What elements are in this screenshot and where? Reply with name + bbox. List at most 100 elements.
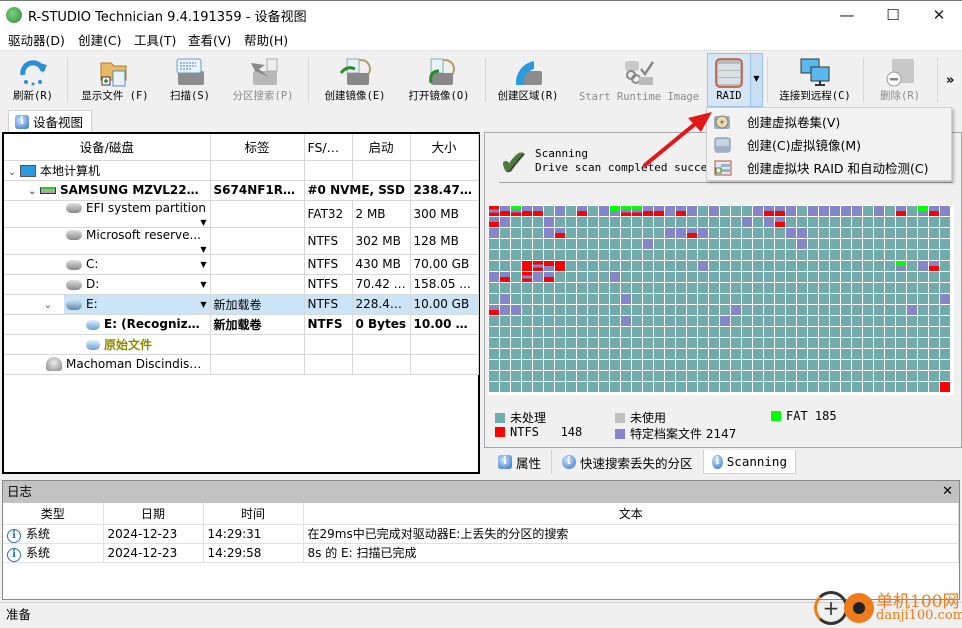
menu-help[interactable]: 帮助(H) bbox=[244, 30, 288, 49]
scan-map-cell bbox=[786, 316, 796, 326]
menu-item-create-virtual-block-raid[interactable]: 创建虚拟块 RAID 和自动检测(C) bbox=[707, 156, 951, 179]
dropdown-arrow-icon[interactable]: ▼ bbox=[200, 300, 206, 309]
partition-search-button[interactable]: 分区搜索(P) bbox=[224, 53, 302, 107]
scan-map-cell bbox=[709, 239, 719, 249]
create-region-button[interactable]: 创建区域(R) bbox=[490, 53, 566, 107]
log-column-text[interactable]: 文本 bbox=[303, 503, 959, 525]
expand-chevron-icon[interactable]: ⌄ bbox=[8, 167, 20, 178]
show-files-button[interactable]: 显示文件 (F) bbox=[72, 53, 158, 107]
dropdown-arrow-icon[interactable]: ▼ bbox=[200, 245, 206, 254]
open-image-button[interactable]: 打开镜像(O) bbox=[400, 53, 478, 107]
log-row[interactable]: i 系统 2024-12-23 14:29:31 在29ms中已完成对驱动器E:上丢失… bbox=[3, 524, 959, 544]
table-row[interactable]: D: ▼ NTFS 70.42 GB 158.05 ... bbox=[4, 274, 479, 295]
delete-button[interactable]: 删除(R) bbox=[868, 53, 932, 107]
table-row[interactable]: E: (Recognize... 新加载卷 NTFS 0 Bytes 10.00 GB bbox=[4, 314, 479, 335]
scan-map-cell bbox=[830, 360, 840, 370]
tab-quick-partition-search[interactable]: i 快速搜索丢失的分区 bbox=[554, 450, 702, 474]
table-row[interactable]: 原始文件 bbox=[4, 334, 479, 355]
scan-map-cell bbox=[819, 239, 829, 249]
scan-map-cell bbox=[720, 316, 730, 326]
menu-create[interactable]: 创建(C) bbox=[78, 30, 121, 49]
scan-button[interactable]: 扫描(S) bbox=[162, 53, 218, 107]
scan-map-cell bbox=[577, 217, 587, 227]
column-header-start[interactable]: 启动 bbox=[352, 134, 411, 161]
raid-icon bbox=[715, 58, 743, 88]
scan-map-cell bbox=[775, 360, 785, 370]
table-row[interactable]: C: ▼ NTFS 430 MB 70.00 GB bbox=[4, 254, 479, 275]
menu-item-create-virtual-volume-set[interactable]: 创建虚拟卷集(V) bbox=[707, 110, 951, 133]
scan-map-cell bbox=[797, 338, 807, 348]
scan-map-cell bbox=[610, 283, 620, 293]
watermark-en: danji100.com bbox=[876, 608, 962, 623]
scan-map-cell bbox=[808, 360, 818, 370]
scan-map-cell bbox=[709, 217, 719, 227]
table-row[interactable]: ⌄ SAMSUNG MZVL225... S674NF1R83... #0 NVME… bbox=[4, 180, 479, 201]
refresh-button[interactable]: 刷新(R) bbox=[4, 53, 62, 107]
menu-tools[interactable]: 工具(T) bbox=[134, 30, 176, 49]
log-column-date[interactable]: 日期 bbox=[103, 503, 204, 525]
maximize-button[interactable]: ☐ bbox=[870, 1, 916, 29]
tab-scanning[interactable]: i Scanning bbox=[703, 450, 796, 474]
scan-map-cell bbox=[896, 217, 906, 227]
scan-map-cell bbox=[885, 250, 895, 260]
menu-drive[interactable]: 驱动器(D) bbox=[8, 30, 65, 49]
scan-map-cell bbox=[511, 327, 521, 337]
scan-map-cell bbox=[533, 371, 543, 381]
scan-map-cell bbox=[698, 338, 708, 348]
connect-remote-button[interactable]: 连接到远程(C) bbox=[772, 53, 858, 107]
scan-map-cell bbox=[841, 261, 851, 271]
column-header-size[interactable]: 大小 bbox=[410, 134, 479, 161]
table-row[interactable]: Microsoft reserve... ▼ NTFS 302 MB 128 MB bbox=[4, 227, 479, 255]
scan-map-cell bbox=[610, 382, 620, 392]
scan-map-cell bbox=[940, 239, 950, 249]
table-row-selected[interactable]: ⌄ E: ▼ 新加载卷 NTFS 228.48 ... 10.00 GB bbox=[4, 294, 479, 315]
scan-map-cell bbox=[698, 239, 708, 249]
create-image-button[interactable]: 创建镜像(E) bbox=[314, 53, 396, 107]
tab-properties[interactable]: i 属性 bbox=[490, 450, 552, 474]
dropdown-arrow-icon[interactable]: ▼ bbox=[200, 260, 206, 269]
scan-map-cell bbox=[896, 228, 906, 238]
scan-map-cell bbox=[676, 371, 686, 381]
column-header-label[interactable]: 标签 bbox=[210, 134, 305, 161]
scan-map-cell bbox=[500, 228, 510, 238]
column-header-device[interactable]: 设备/磁盘 bbox=[4, 134, 211, 161]
start-runtime-image-button[interactable]: Start Runtime Image bbox=[576, 53, 702, 107]
close-button[interactable]: ✕ bbox=[916, 1, 962, 29]
expand-chevron-icon[interactable]: ⌄ bbox=[28, 186, 40, 197]
scan-map-cell bbox=[907, 283, 917, 293]
legend-ntfs: NTFS 148 bbox=[495, 425, 582, 439]
scan-map-cell bbox=[874, 261, 884, 271]
menu-item-create-virtual-mirror[interactable]: 创建(C)虚拟镜像(M) bbox=[707, 133, 951, 156]
table-row[interactable]: ⌄ 本地计算机 bbox=[4, 160, 479, 181]
log-column-time[interactable]: 时间 bbox=[203, 503, 304, 525]
toolbar: 刷新(R) 显示文件 (F) 扫描(S) 分区搜索(P) 创建镜像(E) 打开镜… bbox=[0, 50, 962, 108]
scan-map-cell bbox=[918, 206, 928, 216]
scan-map-cell bbox=[929, 239, 939, 249]
scan-map-cell bbox=[544, 327, 554, 337]
table-row[interactable]: EFI system partition ▼ FAT32 2 MB 300 MB bbox=[4, 200, 479, 228]
log-row[interactable]: i 系统 2024-12-23 14:29:58 8s 的 E: 扫描已完成 bbox=[3, 543, 959, 563]
scan-map-cell bbox=[654, 382, 664, 392]
dropdown-arrow-icon[interactable]: ▼ bbox=[200, 218, 206, 227]
scan-map-cell bbox=[808, 294, 818, 304]
menu-view[interactable]: 查看(V) bbox=[188, 30, 231, 49]
toolbar-overflow-button[interactable]: » bbox=[946, 73, 954, 88]
scan-map-cell bbox=[698, 305, 708, 315]
scan-map-cell bbox=[489, 327, 499, 337]
column-header-fs[interactable]: FS/界面 bbox=[304, 134, 353, 161]
table-row[interactable]: Machoman Discindisk... bbox=[4, 354, 479, 375]
scan-map-cell bbox=[533, 250, 543, 260]
scan-map-cell bbox=[918, 261, 928, 271]
minimize-button[interactable]: — bbox=[824, 1, 870, 29]
tab-device-view[interactable]: i 设备视图 bbox=[8, 110, 92, 132]
scan-map-cell bbox=[665, 338, 675, 348]
expand-chevron-icon[interactable]: ⌄ bbox=[40, 300, 52, 311]
scan-map-cell bbox=[907, 261, 917, 271]
log-close-icon[interactable]: ✕ bbox=[942, 481, 953, 502]
raid-dropdown-arrow[interactable]: ▼ bbox=[750, 53, 763, 107]
raid-button[interactable]: RAID bbox=[707, 53, 751, 107]
scan-map-cell bbox=[896, 316, 906, 326]
scan-map-cell bbox=[786, 360, 796, 370]
log-column-type[interactable]: 类型 bbox=[3, 503, 104, 525]
dropdown-arrow-icon[interactable]: ▼ bbox=[200, 280, 206, 289]
